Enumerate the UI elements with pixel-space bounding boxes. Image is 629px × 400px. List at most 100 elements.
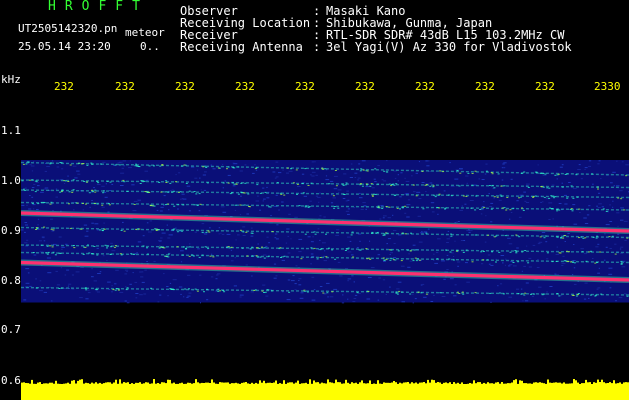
- signal-speckle: [251, 255, 254, 257]
- noise-speckle: [507, 237, 511, 239]
- signal-speckle: [122, 179, 125, 181]
- signal-speckle: [207, 248, 210, 250]
- signal-speckle: [482, 251, 485, 252]
- signal-speckle: [99, 163, 102, 165]
- noise-speckle: [226, 233, 231, 235]
- level-bar: [375, 383, 377, 400]
- signal-speckle: [126, 190, 129, 192]
- signal-speckle: [458, 185, 461, 187]
- level-bar: [191, 383, 193, 400]
- noise-speckle: [412, 244, 416, 246]
- signal-speckle: [374, 232, 377, 234]
- noise-speckle: [252, 172, 255, 174]
- level-bar: [477, 382, 479, 400]
- level-bar: [33, 383, 35, 400]
- noise-speckle: [180, 261, 183, 263]
- noise-speckle: [427, 228, 430, 230]
- signal-speckle: [581, 251, 584, 253]
- noise-speckle: [131, 184, 135, 186]
- noise-speckle: [158, 240, 162, 241]
- noise-speckle: [121, 167, 124, 169]
- level-bar: [117, 383, 119, 400]
- signal-speckle: [46, 253, 49, 255]
- noise-speckle: [407, 266, 411, 268]
- signal-speckle: [521, 207, 523, 209]
- x-tick-label: 2330: [594, 80, 621, 93]
- signal-speckle: [383, 170, 386, 172]
- level-bar: [445, 382, 447, 400]
- noise-speckle: [40, 191, 44, 193]
- signal-speckle: [114, 289, 117, 291]
- noise-speckle: [281, 259, 285, 261]
- signal-speckle: [43, 226, 46, 228]
- signal-speckle: [179, 229, 182, 231]
- noise-speckle: [490, 301, 492, 303]
- signal-speckle: [304, 168, 307, 170]
- signal-speckle: [417, 258, 419, 260]
- noise-speckle: [580, 248, 584, 250]
- signal-speckle: [540, 172, 543, 174]
- noise-speckle: [177, 208, 179, 210]
- signal-speckle: [471, 173, 474, 174]
- noise-speckle: [275, 275, 278, 277]
- noise-speckle: [124, 273, 128, 275]
- signal-speckle: [377, 206, 380, 208]
- noise-speckle: [526, 183, 530, 185]
- noise-speckle: [288, 170, 293, 172]
- noise-speckle: [43, 291, 47, 293]
- noise-speckle: [405, 193, 409, 195]
- signal-speckle: [400, 260, 403, 262]
- noise-speckle: [221, 233, 225, 235]
- signal-speckle: [304, 206, 307, 208]
- noise-speckle: [423, 296, 427, 298]
- signal-speckle: [167, 191, 170, 193]
- noise-speckle: [389, 254, 391, 256]
- signal-speckle: [620, 263, 623, 265]
- x-tick-label: 232: [535, 80, 555, 93]
- level-bar: [593, 382, 595, 400]
- noise-speckle: [454, 178, 459, 180]
- noise-speckle: [466, 182, 468, 184]
- signal-speckle: [359, 184, 362, 186]
- noise-speckle: [31, 187, 35, 188]
- noise-speckle: [362, 202, 366, 204]
- level-bar: [461, 382, 463, 400]
- signal-speckle: [344, 184, 347, 186]
- signal-speckle: [304, 205, 307, 207]
- noise-speckle: [24, 242, 28, 244]
- noise-speckle: [266, 186, 268, 188]
- signal-speckle: [101, 230, 104, 232]
- level-bar: [371, 384, 373, 400]
- level-bar: [151, 383, 153, 400]
- signal-speckle: [570, 208, 573, 210]
- noise-speckle: [186, 185, 191, 187]
- noise-speckle: [588, 160, 592, 162]
- signal-speckle: [399, 208, 401, 210]
- noise-speckle: [33, 161, 35, 163]
- signal-speckle: [376, 232, 379, 233]
- noise-speckle: [37, 218, 40, 220]
- noise-speckle: [329, 296, 334, 298]
- signal-speckle: [584, 237, 587, 239]
- signal-speckle: [283, 194, 286, 196]
- noise-speckle: [618, 297, 623, 299]
- spectrogram-canvas: [21, 160, 629, 400]
- noise-speckle: [621, 266, 626, 268]
- noise-speckle: [39, 290, 43, 292]
- signal-speckle: [264, 191, 267, 193]
- signal-speckle: [59, 252, 62, 254]
- signal-speckle: [239, 229, 242, 231]
- signal-speckle: [263, 247, 266, 249]
- signal-speckle: [470, 207, 473, 209]
- noise-speckle: [167, 295, 169, 297]
- noise-speckle: [378, 277, 381, 279]
- signal-speckle: [112, 289, 115, 291]
- signal-speckle: [371, 231, 374, 233]
- level-bar: [47, 383, 49, 400]
- level-bar: [201, 382, 203, 400]
- noise-speckle: [26, 204, 28, 206]
- signal-speckle: [515, 252, 518, 254]
- signal-speckle: [234, 204, 237, 206]
- noise-speckle: [244, 164, 247, 166]
- noise-speckle: [431, 211, 435, 213]
